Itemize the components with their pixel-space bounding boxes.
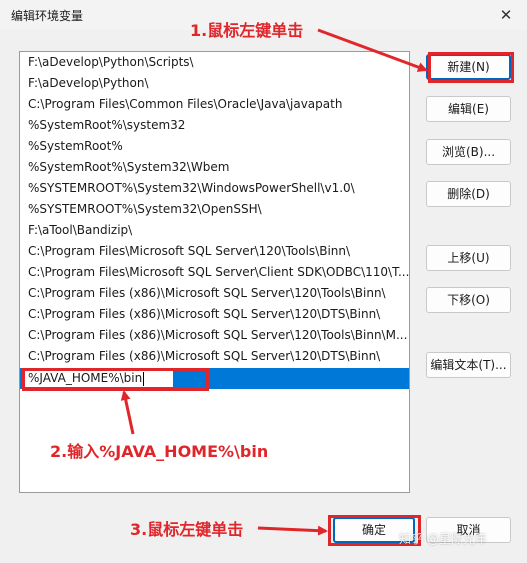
- step1-note: 1.鼠标左键单击: [190, 21, 304, 40]
- annotation-arrows: [120, 28, 428, 536]
- arrow-to-ok-button: [257, 525, 328, 536]
- watermark: 知乎 @星际光年: [399, 532, 487, 546]
- step3-note: 3.鼠标左键单击: [130, 520, 244, 539]
- arrow-to-new-button: [317, 28, 428, 72]
- step2-note: 2.输入%JAVA_HOME%\bin: [50, 442, 269, 461]
- arrow-to-edit-input: [120, 390, 135, 435]
